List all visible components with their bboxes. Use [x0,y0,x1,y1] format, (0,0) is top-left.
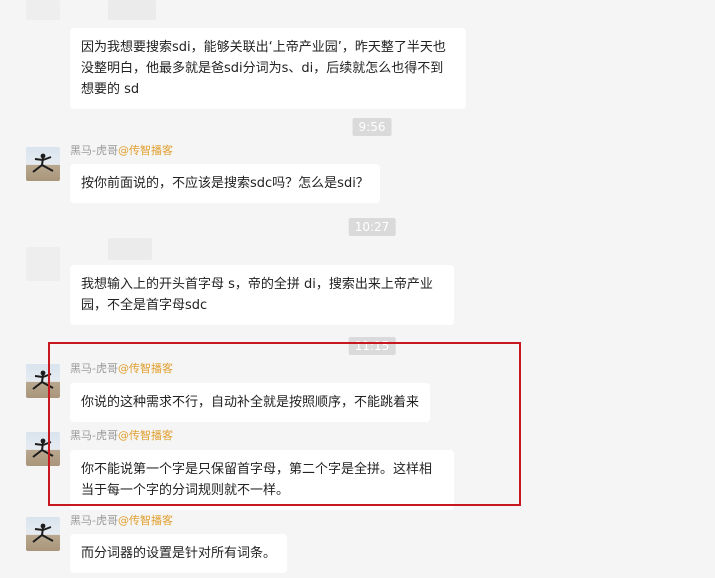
message-bubble[interactable]: 我想输入上的开头首字母 s，帝的全拼 di，搜索出来上帝产业园，不全是首字母sd… [70,265,454,325]
sender-name: 黑马-虎哥@传智播客 [70,144,173,158]
timestamp: 11:15 [348,337,396,355]
message-bubble[interactable]: 按你前面说的，不应该是搜索sdc吗？怎么是sdi？ [70,164,380,203]
person-avatar-icon[interactable] [26,364,60,398]
chat-window: 因为我想要搜索sdi，能够关联出‘上帝产业园’，昨天整了半天也没整明白，他最多就… [0,0,715,578]
person-avatar-icon[interactable] [26,517,60,551]
timestamp: 10:27 [348,218,396,236]
sender-name-text: 黑马-虎哥 [70,144,118,157]
blurred-area [108,238,152,260]
sender-name: 黑马-虎哥@传智播客 [70,362,173,376]
timestamp: 9:56 [352,118,392,136]
message-bubble[interactable]: 你说的这种需求不行，自动补全就是按照顺序，不能跳着来 [70,383,431,422]
sender-org: @传智播客 [117,514,173,527]
blurred-avatar [26,0,60,20]
person-avatar-icon[interactable] [26,432,60,466]
sender-org: @传智播客 [117,362,173,375]
sender-name: 黑马-虎哥@传智播客 [70,429,173,443]
sender-name-text: 黑马-虎哥 [70,514,118,527]
blurred-avatar [26,247,60,281]
sender-name-text: 黑马-虎哥 [70,429,118,442]
message-bubble[interactable]: 因为我想要搜索sdi，能够关联出‘上帝产业园’，昨天整了半天也没整明白，他最多就… [70,28,466,109]
blurred-area [108,0,156,20]
sender-name: 黑马-虎哥@传智播客 [70,514,173,528]
sender-org: @传智播客 [117,429,173,442]
person-avatar-icon[interactable] [26,147,60,181]
message-bubble[interactable]: 你不能说第一个字是只保留首字母，第二个字是全拼。这样相当于每一个字的分词规则就不… [70,450,454,510]
sender-name-text: 黑马-虎哥 [70,362,118,375]
sender-org: @传智播客 [117,144,173,157]
message-bubble[interactable]: 而分词器的设置是针对所有词条。 [70,534,288,573]
